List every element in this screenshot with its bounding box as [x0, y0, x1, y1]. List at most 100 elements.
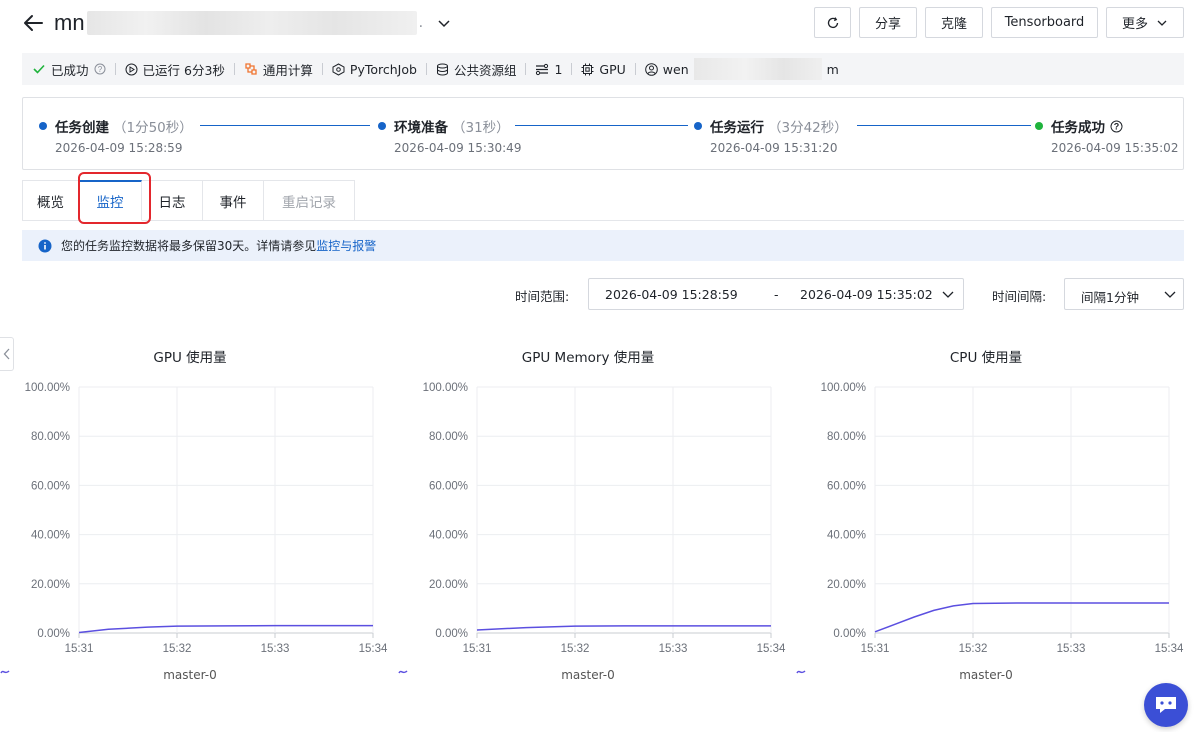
timeline-step-env: 环境准备 （31秒） 2026-04-09 15:30:49 [378, 116, 521, 155]
runtime-item: 已运行 6分3秒 [125, 60, 225, 79]
series-line-master-0[interactable] [476, 625, 771, 631]
y-tick-label: 100.00% [821, 382, 866, 394]
clone-button[interactable]: 克隆 [925, 7, 983, 38]
play-circle-icon [125, 63, 138, 75]
framework-icon [332, 62, 345, 76]
x-tick-label: 15:31 [65, 643, 94, 655]
cpu-usage-plot: 0.00% 20.00% 40.00% 60.00% 80.00% 100.00% 15:3… [821, 382, 1184, 655]
y-tick-label: 80.00% [827, 431, 866, 443]
gpu-memory-plot: 0.00% 20.00% 40.00% 60.00% 80.00% 100.00% 15:3… [423, 382, 786, 655]
job-meta-bar: 已成功 ? 已运行 6分3秒 通用计算 PyTorchJob 公共资源组 1 G… [22, 53, 1184, 85]
y-tick-label: 80.00% [429, 431, 468, 443]
y-tick-label: 20.00% [827, 579, 866, 591]
compute-type-item: 通用计算 [244, 60, 313, 79]
redacted-title [86, 11, 417, 35]
y-tick-label: 40.00% [31, 530, 70, 542]
chart-legend[interactable]: master-0 [796, 668, 1176, 682]
gpu-usage-plot: 0.00% 20.00% 40.00% 60.00% 80.00% 100.00% 15:3… [25, 382, 388, 655]
cpu-usage-chart: CPU 使用量 0.00% 20.00% 40.00% 60.00% 80.00% 100… [796, 338, 1184, 698]
legend-line-icon [0, 670, 10, 674]
chart-legend[interactable]: master-0 [0, 668, 380, 682]
time-range-picker[interactable]: 2026-04-09 15:28:59 - 2026-04-09 15:35:0… [588, 278, 964, 310]
time-range-label: 时间范围: [515, 289, 570, 304]
y-tick-label: 40.00% [827, 530, 866, 542]
y-tick-label: 60.00% [429, 480, 468, 492]
series-line-master-0[interactable] [874, 602, 1169, 633]
info-icon [38, 239, 52, 252]
page-title: mn . [54, 10, 424, 35]
chat-assistant-button[interactable] [1144, 683, 1188, 727]
page-header: mn . 分享 克隆 Tensorboard 更多 [0, 0, 1202, 46]
y-tick-label: 40.00% [429, 530, 468, 542]
redacted-user [693, 58, 822, 80]
range-start[interactable]: 2026-04-09 15:28:59 [605, 287, 738, 302]
more-button[interactable]: 更多 [1106, 7, 1184, 38]
chart-legend[interactable]: master-0 [398, 668, 778, 682]
gpu-memory-chart: GPU Memory 使用量 0.00% 20.00% 40.00% 60.00% 80… [398, 338, 786, 698]
detail-tabs: 概览 监控 日志 事件 重启记录 [22, 180, 355, 221]
help-icon[interactable]: ? [1110, 120, 1123, 133]
gpu-usage-chart: GPU 使用量 0.00% 20.00% 40.00% 60.00% 80.00% 100… [0, 338, 388, 698]
y-tick-label: 100.00% [25, 382, 70, 394]
tab-events[interactable]: 事件 [203, 180, 264, 221]
tab-monitoring[interactable]: 监控 [79, 180, 142, 221]
help-icon[interactable]: ? [94, 63, 106, 75]
series-line-master-0[interactable] [78, 624, 373, 634]
y-tick-label: 80.00% [31, 431, 70, 443]
user-item: wen m [644, 58, 839, 80]
x-tick-label: 15:33 [659, 643, 688, 655]
chevron-down-icon [1157, 20, 1167, 26]
check-icon [33, 64, 45, 74]
title-dropdown-chevron-icon[interactable] [436, 15, 452, 31]
resource-group-item: 公共资源组 [436, 60, 516, 79]
tab-overview[interactable]: 概览 [22, 180, 79, 221]
y-tick-label: 100.00% [423, 382, 468, 394]
x-tick-label: 15:32 [561, 643, 590, 655]
x-tick-label: 15:34 [359, 643, 388, 655]
database-icon [436, 63, 448, 76]
svg-text:?: ? [97, 65, 102, 74]
tensorboard-button[interactable]: Tensorboard [991, 7, 1098, 38]
x-tick-label: 15:33 [1057, 643, 1086, 655]
legend-line-icon [796, 670, 806, 674]
monitoring-alert-link[interactable]: 监控与报警 [316, 237, 376, 254]
share-button[interactable]: 分享 [859, 7, 917, 38]
x-tick-label: 15:33 [261, 643, 290, 655]
y-tick-label: 20.00% [31, 579, 70, 591]
range-end[interactable]: 2026-04-09 15:35:02 [800, 287, 933, 302]
user-icon [644, 62, 658, 76]
timeline-step-running: 任务运行 （3分42秒） 2026-04-09 15:31:20 [694, 116, 848, 155]
x-tick-label: 15:32 [959, 643, 988, 655]
device-item: GPU [581, 62, 626, 77]
info-banner: 您的任务监控数据将最多保留30天。详情请参见 监控与报警 [22, 230, 1184, 261]
back-arrow-icon[interactable] [20, 10, 46, 36]
y-tick-label: 0.00% [435, 628, 468, 640]
y-tick-label: 20.00% [429, 579, 468, 591]
y-tick-label: 0.00% [833, 628, 866, 640]
svg-text:?: ? [1114, 121, 1120, 131]
legend-line-icon [398, 670, 408, 674]
x-tick-label: 15:31 [861, 643, 890, 655]
compute-icon [245, 63, 257, 75]
interval-select[interactable]: 间隔1分钟 [1064, 278, 1184, 310]
refresh-icon [827, 16, 838, 28]
chevron-down-icon [1164, 291, 1176, 298]
x-tick-label: 15:34 [757, 643, 786, 655]
y-tick-label: 60.00% [827, 480, 866, 492]
timeline-step-success: 任务成功 ? 2026-04-09 15:35:02 [1035, 116, 1178, 155]
title-text: mn [54, 10, 85, 35]
framework-item: PyTorchJob [332, 62, 417, 77]
refresh-button[interactable] [814, 7, 851, 38]
replicas-item: 1 [535, 62, 562, 77]
chevron-down-icon [942, 291, 954, 298]
x-tick-label: 15:31 [463, 643, 492, 655]
timeline-step-created: 任务创建 （1分50秒） 2026-04-09 15:28:59 [39, 116, 193, 155]
chat-bot-icon [1156, 697, 1176, 713]
tab-logs[interactable]: 日志 [142, 180, 203, 221]
nodes-icon [536, 63, 549, 75]
tab-restart-history[interactable]: 重启记录 [264, 180, 355, 221]
y-tick-label: 0.00% [37, 628, 70, 640]
job-timeline: 任务创建 （1分50秒） 2026-04-09 15:28:59 环境准备 （31秒… [22, 97, 1184, 170]
x-tick-label: 15:32 [163, 643, 192, 655]
status-item: 已成功 ? [32, 60, 106, 79]
